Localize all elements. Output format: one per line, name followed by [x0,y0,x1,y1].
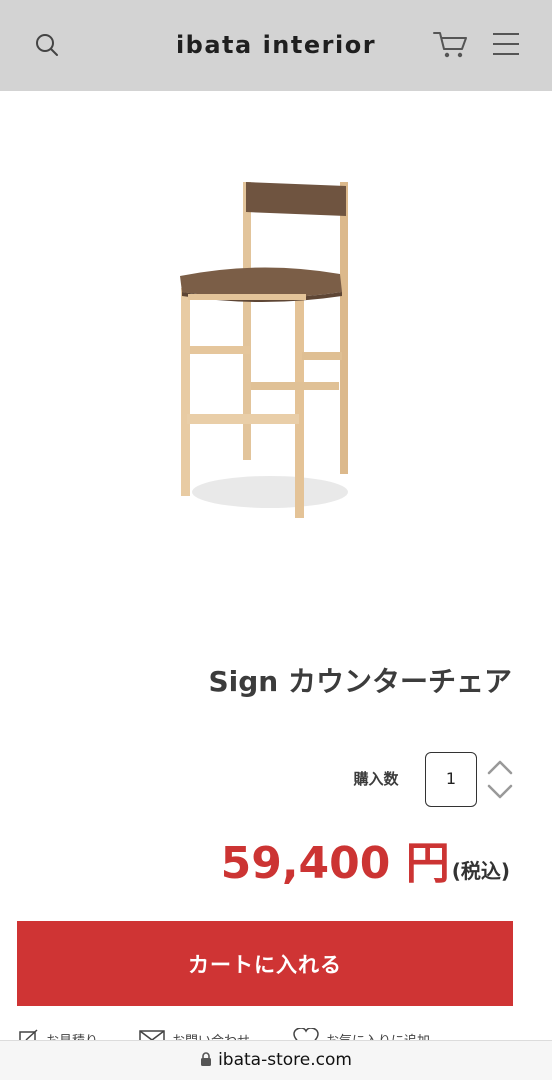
url-display[interactable]: ibata-store.com [0,1049,552,1073]
quantity-increase-chevron-up-icon[interactable] [486,758,514,776]
tax-note: (税込) [451,859,510,883]
price-value: 59,400 円 [220,838,450,889]
quantity-label: 購入数 [353,770,399,788]
browser-url-bar[interactable]: ibata-store.com [0,1040,552,1080]
quantity-input[interactable]: 1 [425,752,477,807]
lock-icon [200,1051,212,1073]
url-text: ibata-store.com [218,1050,352,1070]
quantity-decrease-chevron-down-icon[interactable] [486,783,514,801]
product-image[interactable] [150,170,390,530]
site-header: ibata interior [0,0,552,91]
hamburger-menu-icon[interactable] [490,29,522,59]
cart-icon[interactable] [432,29,470,61]
price-row: 59,400 円 (税込) [221,836,510,901]
add-to-cart-button[interactable]: カートに入れる [17,921,513,1006]
product-title: Sign カウンターチェア [208,665,513,698]
